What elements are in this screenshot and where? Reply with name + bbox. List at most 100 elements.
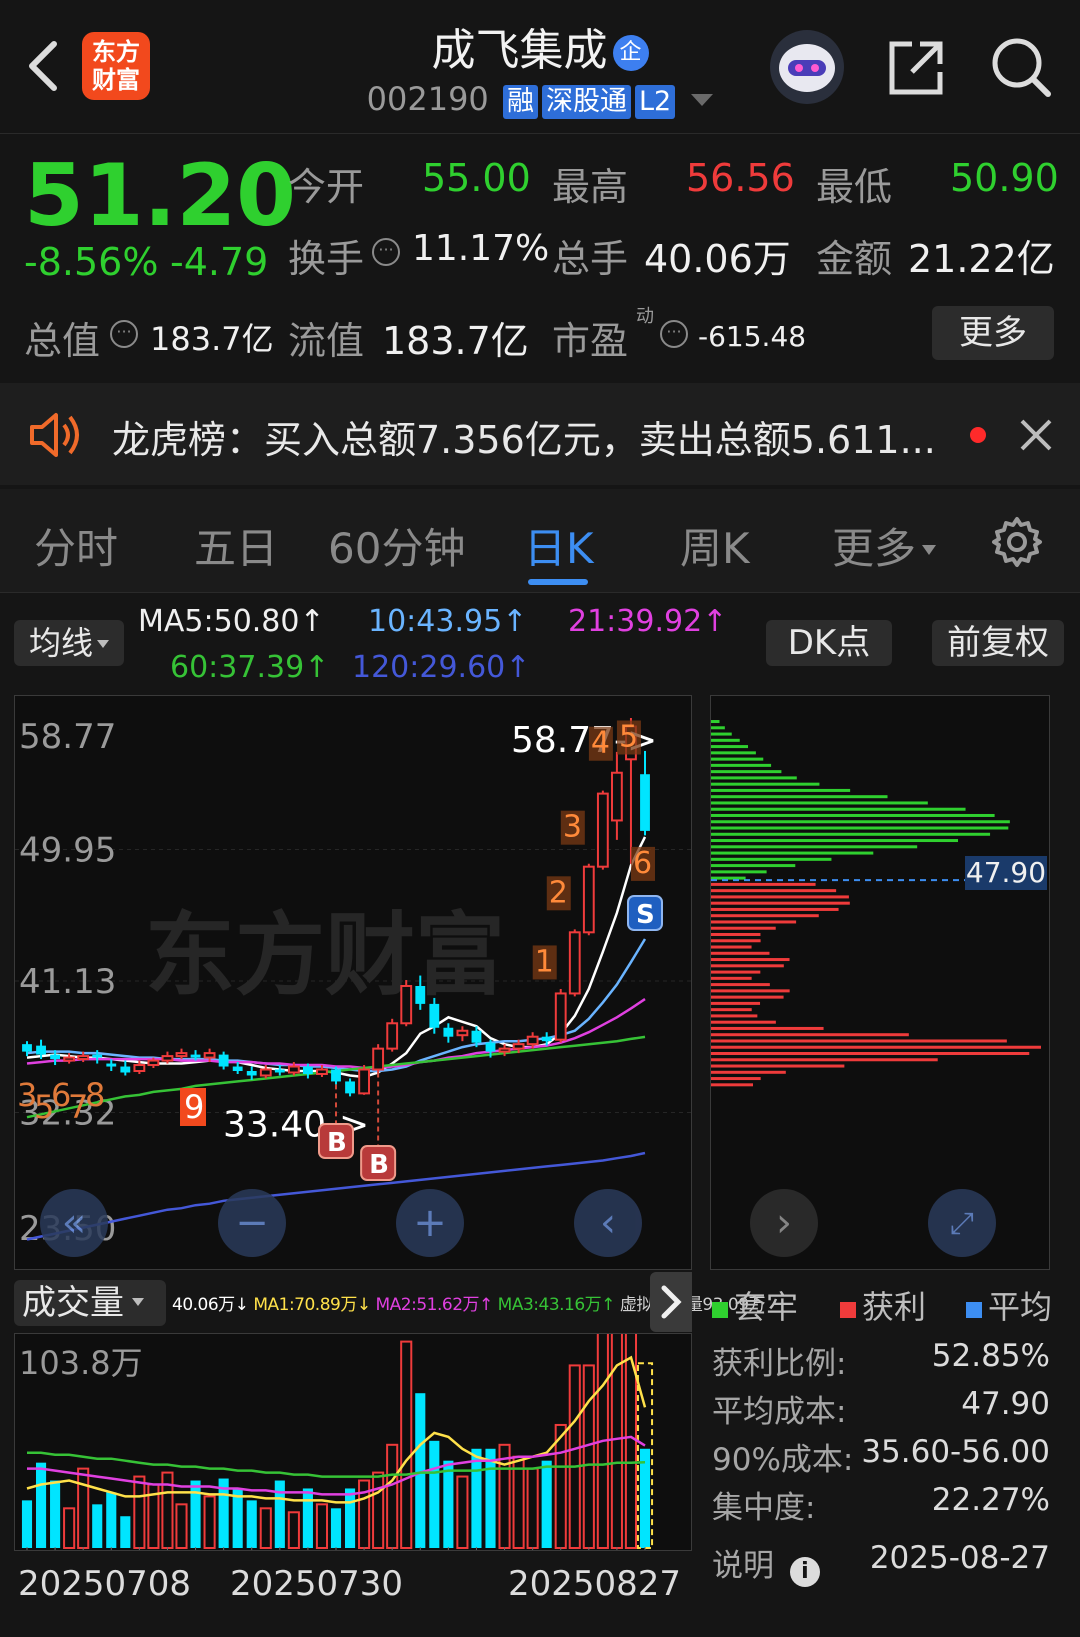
left-icon[interactable]: ‹ bbox=[574, 1189, 642, 1257]
volume-bar bbox=[175, 1503, 188, 1549]
volume-bar bbox=[21, 1500, 33, 1548]
chip-bar bbox=[711, 895, 849, 899]
margin-tag: 融 bbox=[502, 85, 538, 119]
expand-icon[interactable]: ⤢ bbox=[928, 1189, 996, 1257]
ma21-value: 21:39.92↑ bbox=[568, 604, 728, 639]
legend-profit: 获利 bbox=[840, 1282, 926, 1328]
chip-bar bbox=[711, 757, 764, 761]
chip-bar bbox=[711, 1064, 845, 1068]
market-cap-info-icon[interactable]: ··· bbox=[110, 320, 138, 348]
low-value: 50.90 bbox=[950, 156, 1059, 200]
chip-bar bbox=[711, 870, 767, 874]
volume-bar bbox=[526, 1467, 539, 1550]
volume-bar bbox=[639, 1448, 651, 1548]
tab-60min[interactable]: 60分钟 bbox=[328, 515, 465, 576]
chip-bar bbox=[711, 1039, 1007, 1043]
tab-daily-k[interactable]: 日K bbox=[524, 515, 594, 576]
volume-chart[interactable]: 103.8万 bbox=[14, 1333, 692, 1551]
tab-more[interactable]: 更多 bbox=[832, 515, 937, 576]
chip-bar bbox=[711, 832, 991, 836]
note-link[interactable]: 说明 i bbox=[712, 1540, 820, 1587]
volume-bar bbox=[344, 1488, 356, 1548]
robot-avatar-icon[interactable] bbox=[770, 30, 844, 104]
indicator-selector[interactable]: 均线 bbox=[14, 620, 124, 666]
candle-body bbox=[175, 1052, 188, 1058]
chip-bar bbox=[711, 995, 784, 999]
chip-bar bbox=[711, 782, 820, 786]
step-mark: 1 bbox=[535, 944, 554, 979]
share-icon[interactable] bbox=[884, 36, 948, 100]
turnover-info-icon[interactable]: ··· bbox=[372, 238, 400, 266]
chip-bar bbox=[711, 1001, 761, 1005]
volume-bar bbox=[568, 1364, 581, 1550]
volume-svg: 103.8万 bbox=[19, 1334, 654, 1550]
volume-bar bbox=[330, 1508, 342, 1548]
chip-bar bbox=[711, 845, 918, 849]
chip-distribution-chart[interactable]: 47.90 bbox=[710, 695, 1050, 1270]
tab-intraday[interactable]: 分时 bbox=[34, 515, 118, 576]
chip-bar bbox=[711, 745, 749, 749]
chip-bar bbox=[711, 795, 888, 799]
ma120-value: 120:29.60↑ bbox=[352, 650, 531, 685]
volume-label: 总手 bbox=[552, 237, 629, 281]
watermark-text: 东方财富 bbox=[145, 903, 505, 1008]
chip-date: 2025-08-27 bbox=[869, 1540, 1050, 1576]
search-icon[interactable] bbox=[988, 34, 1054, 100]
step-mark: 6 bbox=[633, 846, 652, 881]
chip-bar bbox=[711, 945, 752, 949]
zoom-in-icon[interactable]: + bbox=[396, 1189, 464, 1257]
step-mark: 4 bbox=[591, 726, 610, 761]
chip-bar bbox=[711, 738, 740, 742]
code-dropdown-icon[interactable] bbox=[691, 94, 714, 106]
candle-body bbox=[232, 1066, 243, 1072]
candle-body bbox=[77, 1055, 90, 1061]
legend-average-label: 平均 bbox=[988, 1288, 1053, 1326]
volume-indicator-selector[interactable]: 成交量 bbox=[14, 1280, 166, 1326]
dk-point-button[interactable]: DK点 bbox=[766, 620, 892, 666]
chip-bar bbox=[711, 1008, 752, 1012]
date-axis: 20250708 20250730 20250827 bbox=[14, 1564, 690, 1604]
chip-bar bbox=[711, 726, 725, 730]
turnover-value: 11.17% bbox=[412, 228, 550, 269]
volume-bar bbox=[429, 1440, 440, 1548]
more-quote-button[interactable]: 更多 bbox=[932, 306, 1054, 360]
candle-body bbox=[246, 1071, 257, 1076]
date-tick-start: 20250708 bbox=[18, 1564, 192, 1604]
chip-bar bbox=[711, 907, 839, 911]
ma-line-ma120 bbox=[26, 1151, 646, 1241]
legend-swatch bbox=[840, 1302, 856, 1318]
close-icon[interactable] bbox=[1018, 417, 1054, 453]
chip-bar bbox=[711, 926, 776, 930]
open-value: 55.00 bbox=[422, 156, 531, 200]
double-left-icon[interactable]: « bbox=[40, 1189, 108, 1257]
tab-weekly-k[interactable]: 周K bbox=[680, 515, 750, 576]
chip-bar bbox=[711, 813, 995, 817]
open-label: 今开 bbox=[288, 165, 365, 209]
pe-info-icon[interactable]: ··· bbox=[660, 320, 688, 348]
candle-body bbox=[203, 1052, 216, 1059]
candle-body bbox=[92, 1054, 103, 1058]
ma5-value: MA5:50.80↑ bbox=[138, 604, 325, 639]
profit-ratio-label: 获利比例: bbox=[712, 1346, 847, 1382]
chip-bar bbox=[711, 1058, 938, 1062]
zoom-out-icon[interactable]: − bbox=[218, 1189, 286, 1257]
price-adjust-button[interactable]: 前复权 bbox=[932, 620, 1064, 666]
dragon-tiger-banner[interactable]: 龙虎榜：买入总额7.356亿元，卖出总额5.611... bbox=[0, 383, 1080, 485]
chip-bar bbox=[711, 958, 790, 962]
candle-body bbox=[541, 1036, 552, 1042]
chip-bar bbox=[711, 826, 1009, 830]
volume-ma3: MA3:43.16万↑ bbox=[497, 1295, 616, 1315]
expand-right-icon[interactable] bbox=[650, 1272, 692, 1332]
chip-bar bbox=[711, 976, 752, 980]
right-icon[interactable]: › bbox=[750, 1189, 818, 1257]
settings-gear-icon[interactable] bbox=[990, 515, 1044, 569]
legend-profit-label: 获利 bbox=[862, 1288, 927, 1326]
kline-chart[interactable]: 东方财富58.7749.9541.1332.3223.5058.77->33.4… bbox=[14, 695, 692, 1270]
chip-bar bbox=[711, 788, 851, 792]
volume-value: 40.06万 bbox=[644, 237, 791, 281]
volume-ma1: MA1:70.89万↓ bbox=[253, 1295, 371, 1315]
last-price: 51.20 bbox=[24, 146, 297, 246]
tab-five-day[interactable]: 五日 bbox=[194, 515, 278, 576]
chip-bar bbox=[711, 1077, 761, 1081]
dropdown-arrow-icon bbox=[97, 640, 109, 648]
